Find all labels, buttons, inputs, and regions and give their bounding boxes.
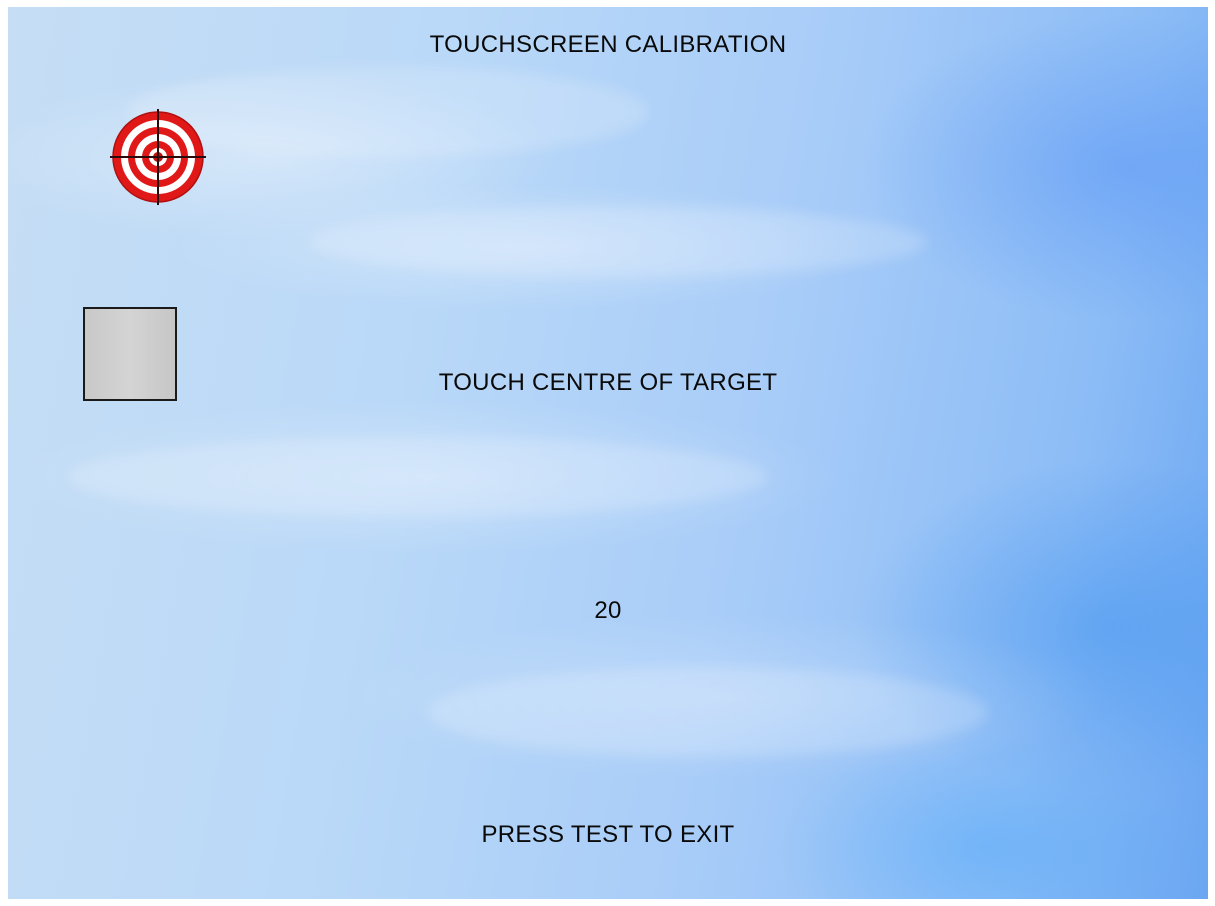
background-swirl [428,667,988,757]
background-swirl [128,67,648,157]
calibration-screen[interactable]: TOUCHSCREEN CALIBRATION TOUCH CENTRE OF … [8,7,1208,899]
background-swirl [68,437,768,517]
instruction-text: TOUCH CENTRE OF TARGET [438,369,778,396]
crosshair-target-icon[interactable] [110,109,206,205]
countdown-value: 20 [594,597,622,624]
background-swirl [308,207,928,277]
page-title: TOUCHSCREEN CALIBRATION [429,31,787,58]
exit-hint-text: PRESS TEST TO EXIT [481,821,735,848]
